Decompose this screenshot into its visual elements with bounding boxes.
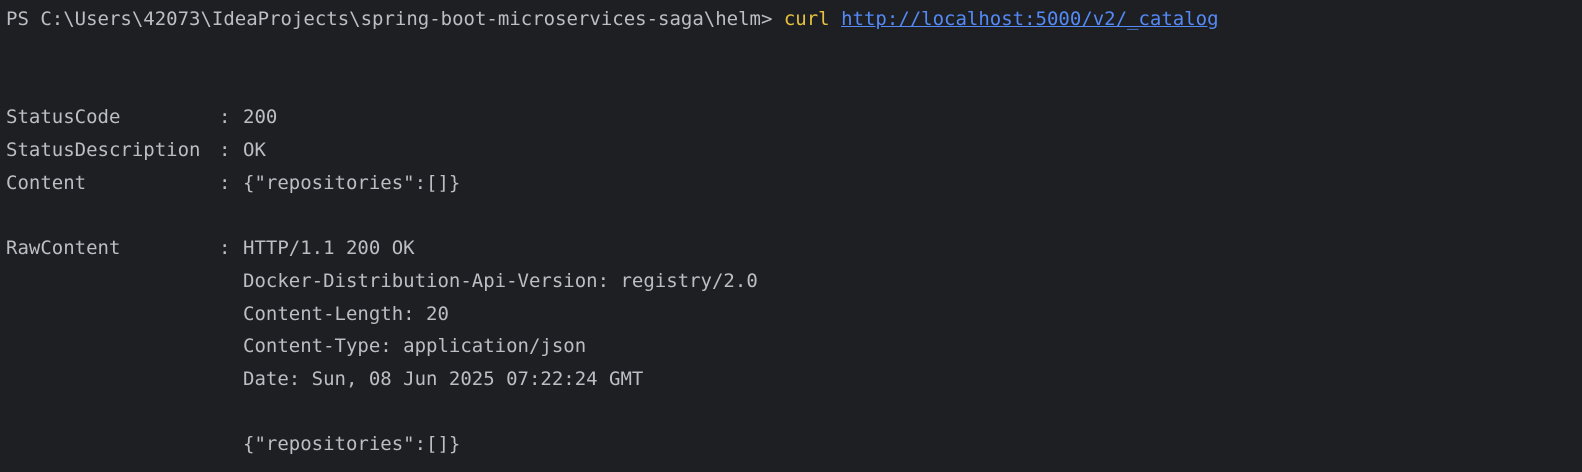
raw-content-row: Content-Length: 20 [6, 301, 449, 327]
raw-content-line: Docker-Distribution-Api-Version: registr… [243, 270, 758, 292]
separator: : [219, 139, 231, 161]
status-code-value: 200 [243, 106, 278, 128]
raw-content-line: HTTP/1.1 200 OK [243, 237, 415, 259]
url-link[interactable]: http://localhost:5000/v2/_catalog [841, 8, 1219, 30]
raw-content-key: RawContent [6, 237, 121, 259]
raw-content-row: RawContent: HTTP/1.1 200 OK [6, 235, 415, 261]
raw-content-row: Content-Type: application/json [6, 333, 586, 359]
separator: : [219, 106, 231, 128]
raw-content-line: Date: Sun, 08 Jun 2025 07:22:24 GMT [243, 368, 644, 390]
status-description-key: StatusDescription [6, 139, 201, 161]
command-line: PS C:\Users\42073\IdeaProjects\spring-bo… [6, 6, 1219, 32]
raw-content-row: Date: Sun, 08 Jun 2025 07:22:24 GMT [6, 366, 643, 392]
separator: : [219, 172, 231, 194]
prompt-text: PS C:\Users\42073\IdeaProjects\spring-bo… [6, 8, 784, 30]
content-value: {"repositories":[]} [243, 172, 461, 194]
separator: : [219, 237, 231, 259]
raw-content-row: Docker-Distribution-Api-Version: registr… [6, 268, 758, 294]
status-description-row: StatusDescription: OK [6, 137, 266, 163]
status-code-key: StatusCode [6, 106, 121, 128]
raw-content-line: Content-Type: application/json [243, 335, 587, 357]
raw-content-row: {"repositories":[]} [6, 431, 460, 457]
content-key: Content [6, 172, 87, 194]
command-text: curl [783, 8, 830, 30]
raw-content-line: {"repositories":[]} [243, 433, 461, 455]
content-row: Content: {"repositories":[]} [6, 170, 460, 196]
raw-content-line: Content-Length: 20 [243, 303, 449, 325]
status-code-row: StatusCode:200 [6, 104, 277, 130]
status-description-value: OK [243, 139, 266, 161]
terminal-window[interactable]: PS C:\Users\42073\IdeaProjects\spring-bo… [0, 0, 1582, 472]
